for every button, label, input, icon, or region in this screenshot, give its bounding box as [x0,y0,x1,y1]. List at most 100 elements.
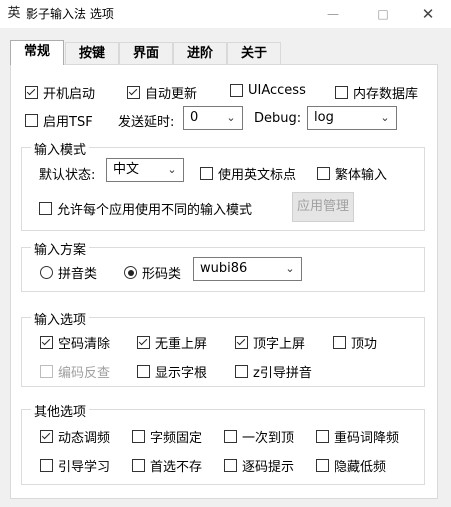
checkbox-box [235,365,248,378]
chevron-down-icon: ⌄ [226,111,236,124]
debug-select[interactable]: log ⌄ [307,106,397,130]
window-title: 影子输入法 选项 [26,7,114,21]
enable-tsf-label: 启用TSF [43,115,93,130]
maximize-button[interactable]: □ [360,0,406,28]
shape-label: 形码类 [142,267,182,282]
auto-update-label: 自动更新 [145,87,198,102]
default-state-select[interactable]: 中文 ⌄ [106,158,184,182]
default-state-value: 中文 [113,162,140,177]
checkbox-box [132,430,145,443]
dup-lower-checkbox[interactable]: 重码词降频 [316,427,399,446]
step-hint-checkbox[interactable]: 逐码提示 [224,456,294,475]
tab-about[interactable]: 关于 [227,42,281,64]
shape-radio[interactable]: 形码类 [124,263,181,282]
checkbox-box [230,84,243,97]
guide-learn-checkbox[interactable]: 引导学习 [40,456,110,475]
tab-interface[interactable]: 界面 [119,42,173,64]
first-no-save-checkbox[interactable]: 首选不存 [132,456,202,475]
auto-update-checkbox[interactable]: 自动更新 [127,83,197,102]
uiaccess-checkbox[interactable]: UIAccess [230,83,306,98]
code-reverse-label: 编码反查 [58,366,111,381]
no-dup-commit-checkbox[interactable]: 无重上屏 [137,333,207,352]
checkbox-box [137,365,150,378]
dup-lower-label: 重码词降频 [334,431,400,446]
empty-clear-label: 空码清除 [58,337,111,352]
step-hint-label: 逐码提示 [242,460,295,475]
guide-learn-label: 引导学习 [58,460,111,475]
pinyin-label: 拼音类 [58,267,98,282]
traditional-label: 繁体输入 [335,168,388,183]
empty-clear-checkbox[interactable]: 空码清除 [40,333,110,352]
show-root-label: 显示字根 [155,366,208,381]
english-punct-checkbox[interactable]: 使用英文标点 [200,164,296,183]
show-root-checkbox[interactable]: 显示字根 [137,362,207,381]
top-function-label: 顶功 [351,337,378,352]
top-char-commit-checkbox[interactable]: 顶字上屏 [235,333,305,352]
checkbox-box [200,167,213,180]
chevron-down-icon: ⌄ [167,163,177,176]
debug-value: log [314,110,334,125]
no-dup-commit-label: 无重上屏 [155,337,208,352]
code-reverse-checkbox[interactable]: 编码反查 [40,362,110,381]
memory-db-checkbox[interactable]: 内存数据库 [335,83,418,102]
tab-general[interactable]: 常规 [10,40,64,65]
checkbox-box [40,430,53,443]
scheme-select[interactable]: wubi86 ⌄ [193,257,302,281]
tab-keys[interactable]: 按键 [65,42,119,64]
dynamic-freq-label: 动态调频 [58,431,111,446]
once-top-checkbox[interactable]: 一次到顶 [224,427,294,446]
checkbox-box [224,430,237,443]
first-no-save-label: 首选不存 [150,460,203,475]
send-delay-select[interactable]: 0 ⌄ [183,106,243,130]
once-top-label: 一次到顶 [242,431,295,446]
dynamic-freq-checkbox[interactable]: 动态调频 [40,427,110,446]
input-options-title: 输入选项 [31,309,90,328]
checkbox-box [333,336,346,349]
send-delay-label: 发送延时: [118,115,175,130]
radio-circle [124,266,137,279]
z-pinyin-checkbox[interactable]: z引导拼音 [235,362,312,381]
checkbox-box [40,336,53,349]
send-delay-value: 0 [190,110,199,125]
checkbox-box [40,459,53,472]
top-function-checkbox[interactable]: 顶功 [333,333,377,352]
uiaccess-label: UIAccess [248,83,306,98]
checkbox-box [25,86,38,99]
minimize-button[interactable]: — [310,0,356,28]
traditional-checkbox[interactable]: 繁体输入 [317,164,387,183]
per-app-mode-checkbox[interactable]: 允许每个应用使用不同的输入模式 [39,199,252,218]
checkbox-box [235,336,248,349]
checkbox-box [132,459,145,472]
checkbox-box [316,430,329,443]
title-bar: 英 影子输入法 选项 — □ ✕ [0,0,451,28]
default-state-label: 默认状态: [39,168,96,183]
per-app-mode-label: 允许每个应用使用不同的输入模式 [57,203,253,218]
checkbox-box [137,336,150,349]
general-panel: 开机启动 自动更新 UIAccess 内存数据库 启用TSF 发送延时: 0 ⌄… [10,64,438,499]
fixed-freq-checkbox[interactable]: 字频固定 [132,427,202,446]
checkbox-box [40,365,53,378]
other-options-title: 其他选项 [31,401,90,420]
input-mode-group [21,147,425,231]
checkbox-box [39,202,52,215]
app-manage-button[interactable]: 应用管理 [292,192,354,222]
radio-circle [40,266,53,279]
input-scheme-title: 输入方案 [31,239,90,258]
hide-low-freq-checkbox[interactable]: 隐藏低频 [316,456,386,475]
tab-advanced[interactable]: 进阶 [173,42,227,64]
scheme-value: wubi86 [200,261,248,276]
hide-low-freq-label: 隐藏低频 [334,460,387,475]
chevron-down-icon: ⌄ [285,262,295,275]
input-mode-title: 输入模式 [31,139,90,158]
app-logo-icon: 英 [7,6,21,21]
top-char-commit-label: 顶字上屏 [253,337,306,352]
checkbox-box [335,86,348,99]
pinyin-radio[interactable]: 拼音类 [40,263,97,282]
close-button[interactable]: ✕ [405,0,451,28]
chevron-down-icon: ⌄ [380,111,390,124]
english-punct-label: 使用英文标点 [218,168,297,183]
startup-checkbox[interactable]: 开机启动 [25,83,95,102]
checkbox-box [25,114,38,127]
enable-tsf-checkbox[interactable]: 启用TSF [25,111,93,130]
z-pinyin-label: z引导拼音 [253,366,312,381]
